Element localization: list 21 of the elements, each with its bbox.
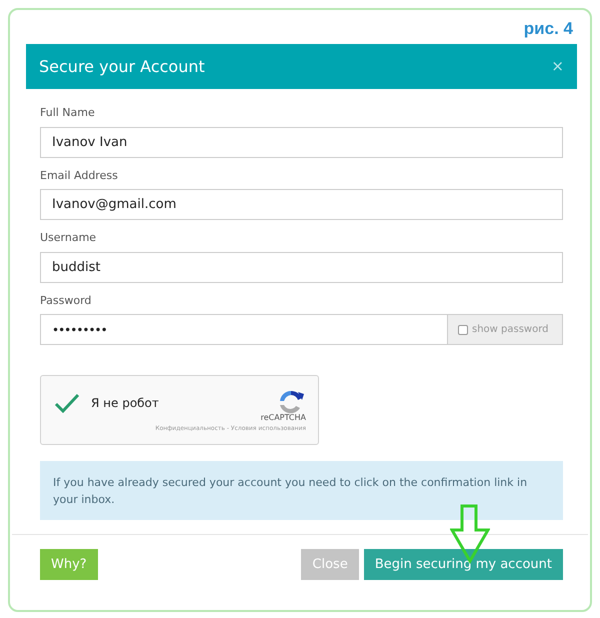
text-field[interactable]: Ivanov@gmail.com [40, 189, 563, 220]
close-icon-button[interactable]: × [551, 55, 564, 78]
text-field[interactable]: Ivanov Ivan [40, 126, 563, 158]
captcha-checkbox[interactable] [53, 391, 81, 415]
show-password-checkbox[interactable] [458, 324, 468, 334]
close-button[interactable]: Close [301, 549, 359, 580]
field-label: Email Address [40, 168, 119, 184]
recaptcha-brand: reCAPTCHA [260, 412, 306, 424]
field-label: Full Name [40, 105, 96, 121]
info-message: If you have already secured your account you need to click on the confirmation link in your inbox. [40, 461, 563, 520]
field-label: Username [40, 230, 98, 246]
begin-button[interactable]: Begin securing my account [364, 549, 563, 580]
dialog-title: Secure your Account [39, 56, 205, 78]
figure-label: рис. 4 [524, 18, 573, 40]
checkmark-icon [54, 393, 80, 413]
password-field[interactable]: ••••••••• [40, 314, 448, 345]
why-button[interactable]: Why? [40, 549, 98, 580]
captcha-label: Я не робот [91, 395, 159, 412]
show-password-toggle[interactable]: show password [448, 314, 563, 345]
field-label: Password [40, 292, 92, 308]
text-field[interactable]: buddist [40, 252, 563, 282]
